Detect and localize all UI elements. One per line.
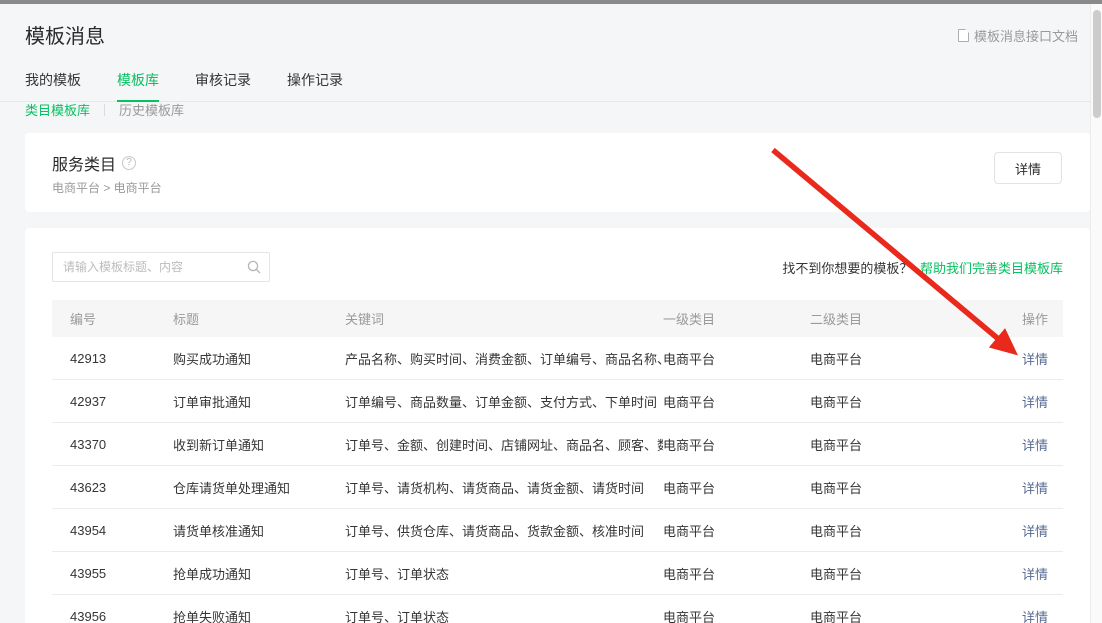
cell-cat2: 电商平台	[810, 435, 1022, 454]
tab-template-library[interactable]: 模板库	[117, 62, 159, 102]
cell-keywords: 订单号、供货仓库、请货商品、货款金额、核准时间	[345, 521, 663, 540]
subtab-category-library[interactable]: 类目模板库	[25, 100, 90, 119]
row-detail-link[interactable]: 详情	[1022, 481, 1048, 496]
col-cat2: 二级类目	[810, 309, 1022, 328]
cell-title: 购买成功通知	[173, 349, 345, 368]
row-detail-link[interactable]: 详情	[1022, 567, 1048, 582]
col-id: 编号	[70, 309, 173, 328]
cell-title: 请货单核准通知	[173, 521, 345, 540]
row-detail-link[interactable]: 详情	[1022, 610, 1048, 623]
col-keywords: 关键词	[345, 309, 663, 328]
table-row: 43623 仓库请货单处理通知 订单号、请货机构、请货商品、请货金额、请货时间 …	[52, 466, 1063, 509]
cell-cat2: 电商平台	[810, 478, 1022, 497]
row-detail-link[interactable]: 详情	[1022, 395, 1048, 410]
cell-keywords: 订单号、订单状态	[345, 564, 663, 583]
tab-bar: 我的模板 模板库 审核记录 操作记录	[0, 62, 1090, 102]
vertical-scrollbar-thumb[interactable]	[1093, 10, 1101, 118]
cell-title: 仓库请货单处理通知	[173, 478, 345, 497]
page-title: 模板消息	[25, 20, 105, 49]
improve-library-link[interactable]: 帮助我们完善类目模板库	[920, 261, 1063, 276]
template-list-card: 找不到你想要的模板？ 帮助我们完善类目模板库 编号 标题 关键词 一级类目 二级…	[25, 228, 1090, 623]
row-detail-link[interactable]: 详情	[1022, 438, 1048, 453]
cell-cat1: 电商平台	[663, 478, 810, 497]
help-icon[interactable]: ?	[122, 156, 136, 170]
cell-title: 抢单成功通知	[173, 564, 345, 583]
col-cat1: 一级类目	[663, 309, 810, 328]
tab-review-records[interactable]: 审核记录	[195, 62, 251, 101]
table-row: 43954 请货单核准通知 订单号、供货仓库、请货商品、货款金额、核准时间 电商…	[52, 509, 1063, 552]
cell-id: 42937	[70, 394, 173, 409]
cell-id: 43955	[70, 566, 173, 581]
template-table: 编号 标题 关键词 一级类目 二级类目 操作 42913 购买成功通知 产品名称…	[52, 300, 1063, 623]
cell-id: 42913	[70, 351, 173, 366]
search-icon[interactable]	[246, 259, 262, 275]
cell-cat1: 电商平台	[663, 392, 810, 411]
cell-title: 收到新订单通知	[173, 435, 345, 454]
table-row: 43956 抢单失败通知 订单号、订单状态 电商平台 电商平台 详情	[52, 595, 1063, 623]
cell-keywords: 产品名称、购买时间、消费金额、订单编号、商品名称、支...	[345, 349, 663, 368]
service-category-card: 服务类目 ? 电商平台 > 电商平台 详情	[25, 133, 1090, 212]
service-category-title: 服务类目	[52, 151, 116, 175]
search-box	[52, 252, 270, 282]
table-row: 42913 购买成功通知 产品名称、购买时间、消费金额、订单编号、商品名称、支.…	[52, 337, 1063, 380]
page: 模板消息 模板消息接口文档 我的模板 模板库 审核记录 操作记录 类目模板库 历…	[0, 0, 1102, 623]
row-detail-link[interactable]: 详情	[1022, 524, 1048, 539]
subtab-history-library[interactable]: 历史模板库	[119, 100, 184, 119]
col-title: 标题	[173, 309, 345, 328]
table-header: 编号 标题 关键词 一级类目 二级类目 操作	[52, 300, 1063, 337]
cell-id: 43956	[70, 609, 173, 623]
subtab-bar: 类目模板库 历史模板库	[25, 100, 184, 119]
subtab-divider	[104, 104, 105, 116]
cell-cat1: 电商平台	[663, 564, 810, 583]
cell-cat1: 电商平台	[663, 607, 810, 623]
api-doc-link-label: 模板消息接口文档	[974, 26, 1078, 45]
cell-title: 订单审批通知	[173, 392, 345, 411]
cell-cat2: 电商平台	[810, 349, 1022, 368]
cell-id: 43370	[70, 437, 173, 452]
cell-keywords: 订单号、金额、创建时间、店铺网址、商品名、顾客、数量...	[345, 435, 663, 454]
vertical-scrollbar[interactable]	[1090, 4, 1102, 623]
hint: 找不到你想要的模板？ 帮助我们完善类目模板库	[782, 258, 1063, 277]
table-row: 43370 收到新订单通知 订单号、金额、创建时间、店铺网址、商品名、顾客、数量…	[52, 423, 1063, 466]
cell-cat2: 电商平台	[810, 521, 1022, 540]
cell-cat1: 电商平台	[663, 435, 810, 454]
tab-operation-records[interactable]: 操作记录	[287, 62, 343, 101]
toolbar: 找不到你想要的模板？ 帮助我们完善类目模板库	[25, 228, 1090, 282]
row-detail-link[interactable]: 详情	[1022, 352, 1048, 367]
cell-keywords: 订单号、请货机构、请货商品、请货金额、请货时间	[345, 478, 663, 497]
col-action: 操作	[1022, 309, 1063, 328]
cell-cat2: 电商平台	[810, 607, 1022, 623]
cell-title: 抢单失败通知	[173, 607, 345, 623]
tab-my-templates[interactable]: 我的模板	[25, 62, 81, 101]
cell-keywords: 订单号、订单状态	[345, 607, 663, 623]
horizontal-scrollbar[interactable]	[0, 0, 1102, 4]
table-row: 42937 订单审批通知 订单编号、商品数量、订单金额、支付方式、下单时间 电商…	[52, 380, 1063, 423]
cell-id: 43954	[70, 523, 173, 538]
cell-id: 43623	[70, 480, 173, 495]
table-row: 43955 抢单成功通知 订单号、订单状态 电商平台 电商平台 详情	[52, 552, 1063, 595]
breadcrumb: 电商平台 > 电商平台	[52, 179, 162, 196]
document-icon	[958, 29, 969, 42]
api-doc-link[interactable]: 模板消息接口文档	[958, 26, 1078, 45]
cell-cat1: 电商平台	[663, 521, 810, 540]
category-detail-button[interactable]: 详情	[994, 152, 1062, 184]
cell-cat2: 电商平台	[810, 392, 1022, 411]
cell-cat2: 电商平台	[810, 564, 1022, 583]
cell-keywords: 订单编号、商品数量、订单金额、支付方式、下单时间	[345, 392, 663, 411]
cell-cat1: 电商平台	[663, 349, 810, 368]
search-input[interactable]	[52, 252, 270, 282]
hint-text: 找不到你想要的模板？	[782, 261, 912, 276]
